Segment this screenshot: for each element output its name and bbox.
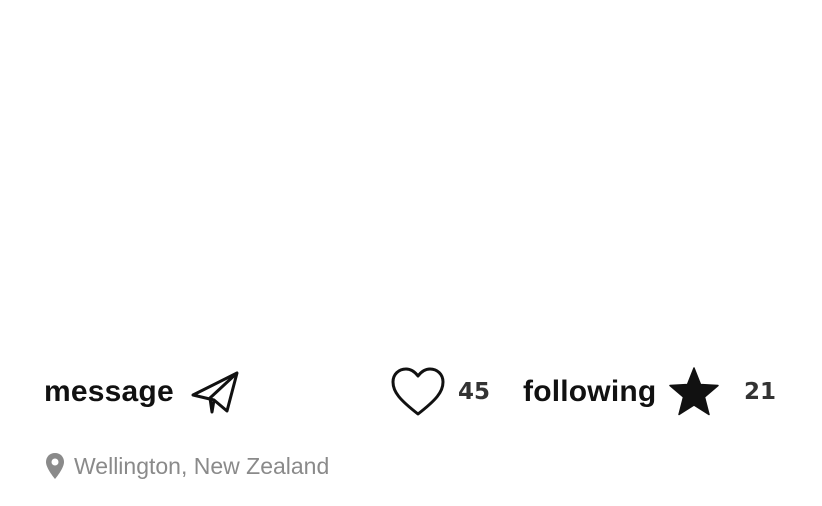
paper-plane-icon (190, 367, 240, 417)
star-filled-icon (668, 366, 720, 418)
location-text: Wellington, New Zealand (74, 452, 330, 479)
like-count: 45 (458, 379, 491, 405)
message-label: message (44, 375, 174, 408)
like-button[interactable]: 45 (390, 365, 490, 419)
heart-outline-icon (390, 366, 446, 418)
location-pin-icon (44, 452, 66, 480)
following-label: following (523, 375, 657, 408)
message-button[interactable]: message (44, 365, 240, 419)
following-count: 21 (744, 379, 777, 405)
following-button[interactable]: following (523, 365, 720, 419)
location: Wellington, New Zealand (44, 450, 329, 482)
profile-actions: message 45 following 21 Wellington, New … (0, 0, 822, 506)
